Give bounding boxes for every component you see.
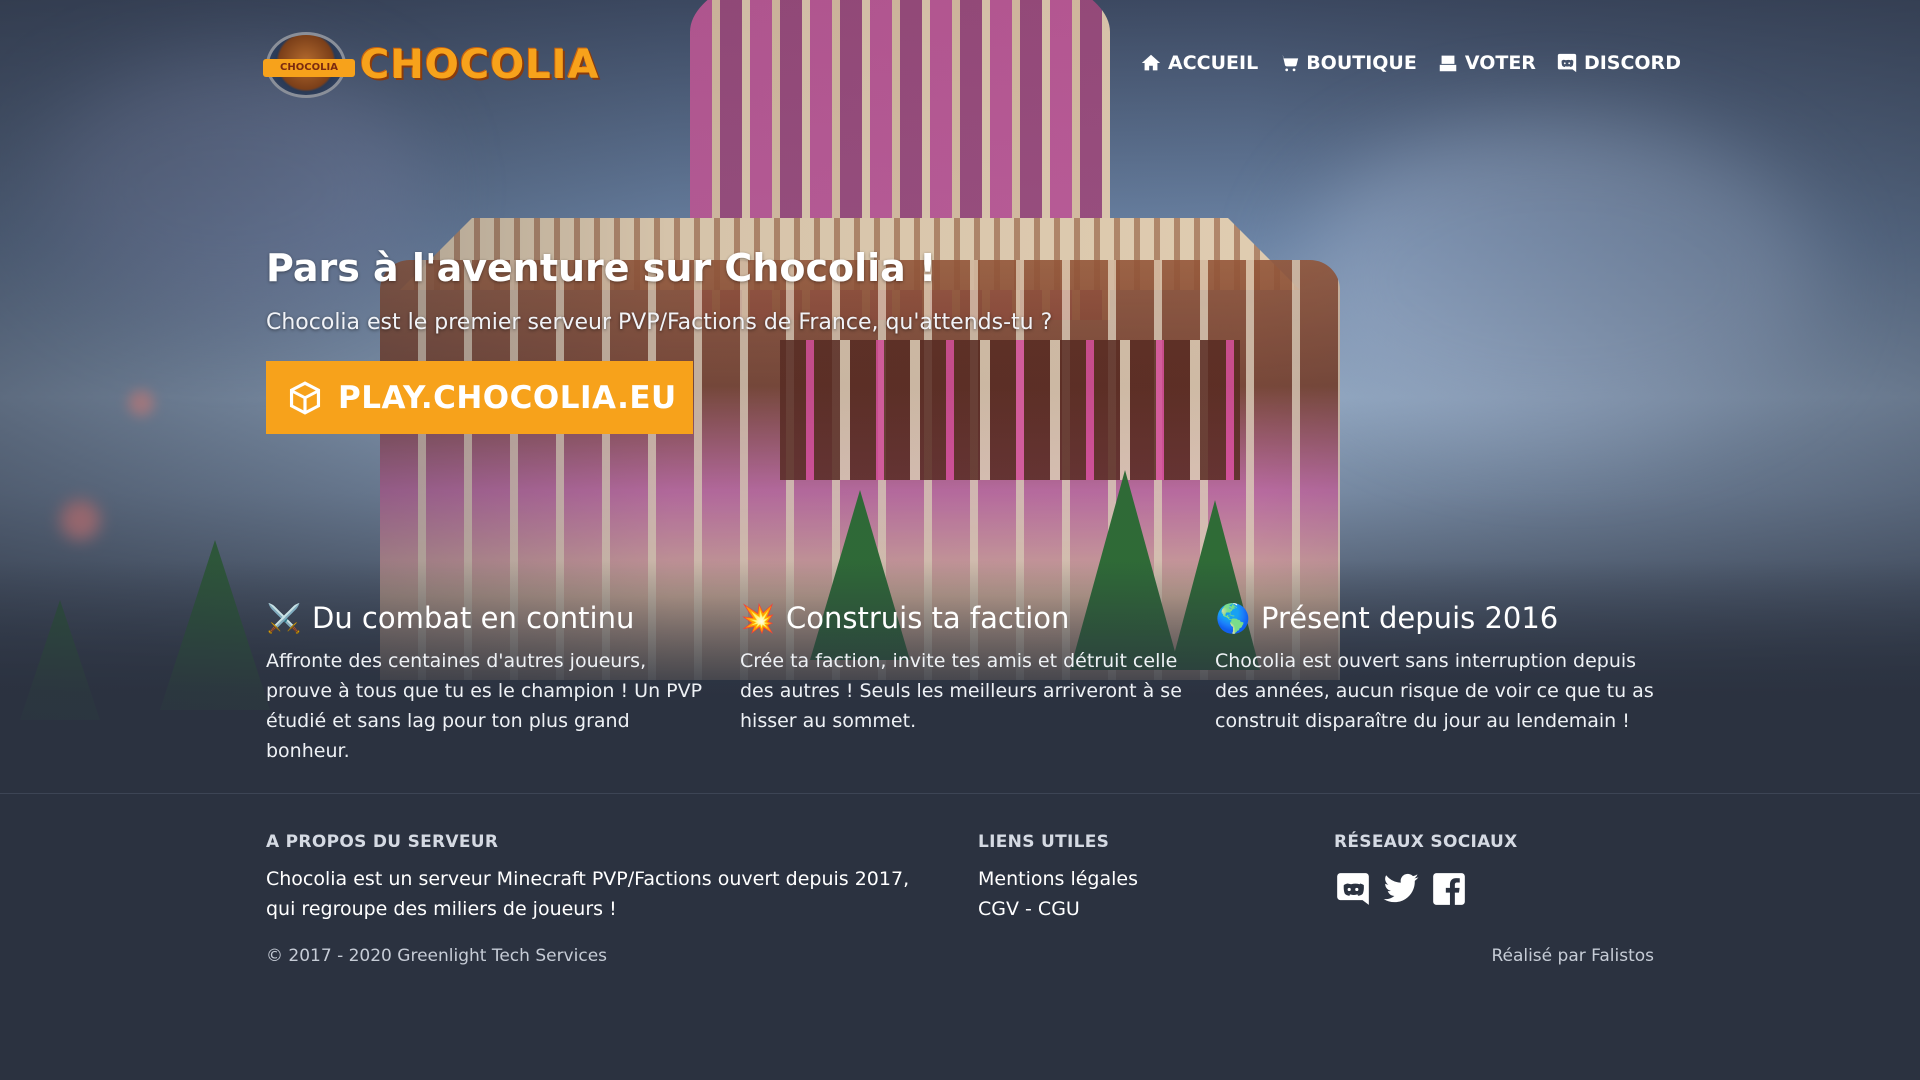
logo-badge-text: CHOCOLIA: [263, 59, 355, 77]
crossed-swords-icon: ⚔️: [266, 601, 302, 635]
credit-link[interactable]: Réalisé par Falistos: [1491, 946, 1654, 966]
nav-label: ACCUEIL: [1168, 52, 1259, 74]
footer-about-heading: A PROPOS DU SERVEUR: [266, 832, 499, 852]
logo-wordmark: CHOCOLIA: [360, 42, 600, 88]
cart-icon: [1280, 54, 1299, 72]
explosion-icon: 💥: [740, 601, 776, 635]
feature-faction: 💥 Construis ta faction Crée ta faction, …: [740, 600, 1185, 736]
nav-discord[interactable]: DISCORD: [1556, 52, 1681, 74]
main-nav: ACCUEIL BOUTIQUE VOTER DISCORD: [1140, 52, 1681, 74]
footer-divider: [0, 793, 1920, 794]
server-address: PLAY.CHOCOLIA.EU: [338, 379, 677, 416]
link-mentions-legales[interactable]: Mentions légales: [978, 864, 1138, 894]
discord-icon[interactable]: [1334, 870, 1372, 908]
footer-links-heading: LIENS UTILES: [978, 832, 1110, 852]
site-logo[interactable]: CHOCOLIA CHOCOLIA: [263, 32, 600, 98]
footer-social: RÉSEAUX SOCIAUX: [1334, 832, 1518, 908]
nav-accueil[interactable]: ACCUEIL: [1140, 52, 1258, 74]
footer-about: A PROPOS DU SERVEUR Chocolia est un serv…: [266, 832, 926, 924]
server-address-button[interactable]: PLAY.CHOCOLIA.EU: [266, 361, 693, 434]
twitter-icon[interactable]: [1382, 870, 1420, 908]
footer-social-heading: RÉSEAUX SOCIAUX: [1334, 832, 1518, 852]
feature-text: Affronte des centaines d'autres joueurs,…: [266, 650, 703, 762]
logo-badge: CHOCOLIA: [263, 32, 355, 98]
hero-subtitle: Chocolia est le premier serveur PVP/Fact…: [266, 310, 1053, 335]
nav-boutique[interactable]: BOUTIQUE: [1278, 52, 1417, 74]
facebook-icon[interactable]: [1430, 870, 1468, 908]
copyright: © 2017 - 2020 Greenlight Tech Services: [266, 946, 608, 966]
vote-icon: [1439, 55, 1457, 72]
cube-icon: [289, 380, 321, 415]
feature-title: Construis ta faction: [786, 601, 1070, 635]
feature-title: Du combat en continu: [312, 601, 635, 635]
feature-text: Crée ta faction, invite tes amis et détr…: [740, 650, 1182, 732]
globe-icon: 🌎: [1215, 601, 1251, 635]
link-cgv-cgu[interactable]: CGV - CGU: [978, 894, 1138, 924]
footer-links: LIENS UTILES Mentions légales CGV - CGU: [978, 832, 1138, 924]
feature-text: Chocolia est ouvert sans interruption de…: [1215, 650, 1654, 732]
footer-about-text: Chocolia est un serveur Minecraft PVP/Fa…: [266, 868, 910, 920]
nav-label: DISCORD: [1583, 52, 1681, 74]
feature-combat: ⚔️ Du combat en continu Affronte des cen…: [266, 600, 711, 766]
discord-icon: [1557, 53, 1577, 73]
nav-label: VOTER: [1464, 52, 1536, 74]
feature-title: Présent depuis 2016: [1261, 601, 1559, 635]
nav-label: BOUTIQUE: [1306, 52, 1417, 74]
home-icon: [1141, 54, 1161, 71]
nav-voter[interactable]: VOTER: [1437, 52, 1536, 74]
feature-since-2016: 🌎 Présent depuis 2016 Chocolia est ouver…: [1215, 600, 1660, 736]
hero-title: Pars à l'aventure sur Chocolia !: [266, 246, 937, 290]
